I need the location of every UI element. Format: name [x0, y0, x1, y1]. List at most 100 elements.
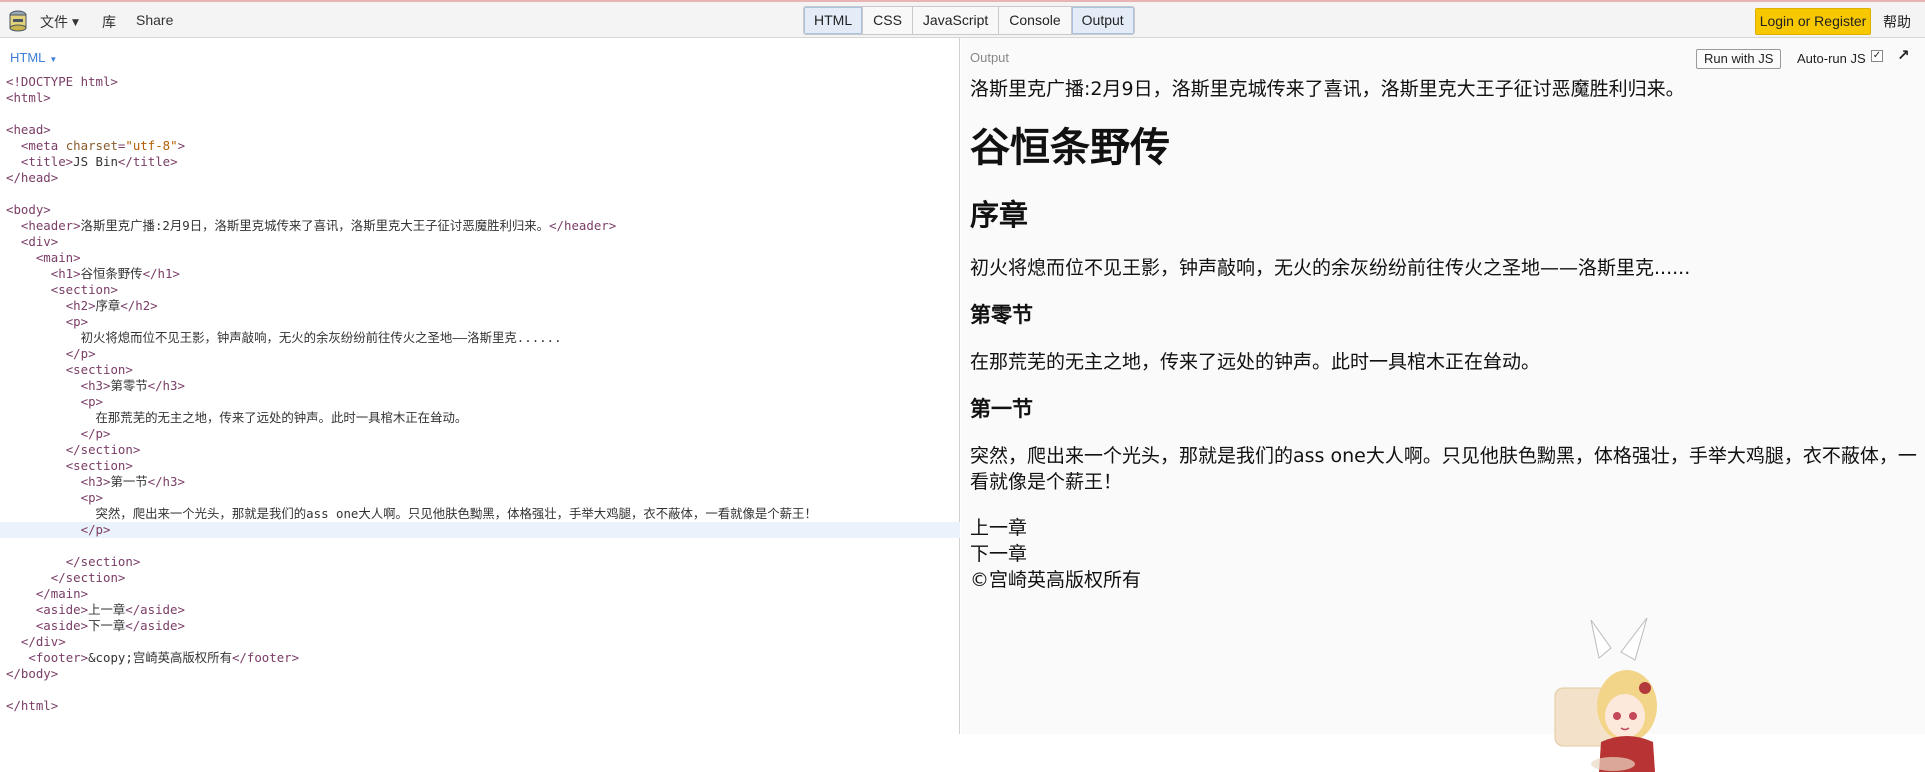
code-line[interactable]: <meta charset="utf-8"> [0, 138, 960, 154]
code-line[interactable]: <h2>序章</h2> [0, 298, 960, 314]
code-line[interactable]: <main> [0, 250, 960, 266]
code-line[interactable]: </div> [0, 634, 960, 650]
code-line[interactable]: <div> [0, 234, 960, 250]
code-line[interactable] [0, 538, 960, 554]
code-line[interactable]: </main> [0, 586, 960, 602]
code-line[interactable]: <h1>谷恒条野传</h1> [0, 266, 960, 282]
chevron-down-icon: ▼ [72, 18, 79, 28]
rendered-page: 洛斯里克广播:2月9日，洛斯里克城传来了喜讯，洛斯里克大王子征讨恶魔胜利归来。 … [970, 74, 1918, 593]
code-token: </section> [65, 442, 141, 457]
login-register-button[interactable]: Login or Register [1755, 8, 1871, 35]
page-h3-section-one: 第一节 [970, 397, 1033, 421]
code-token: </div> [20, 634, 66, 649]
code-token: </aside> [125, 602, 185, 617]
code-line[interactable]: </p> [0, 426, 960, 442]
tab-javascript[interactable]: JavaScript [913, 7, 1000, 34]
tab-css[interactable]: CSS [863, 7, 913, 34]
code-line[interactable]: <section> [0, 282, 960, 298]
code-line[interactable]: <section> [0, 362, 960, 378]
code-token: </section> [50, 570, 126, 585]
code-token: </h3> [147, 474, 185, 489]
code-line[interactable]: </html> [0, 698, 960, 714]
code-line[interactable]: <aside>下一章</aside> [0, 618, 960, 634]
code-token: <header> [20, 218, 81, 233]
code-line[interactable]: <html> [0, 90, 960, 106]
code-line[interactable]: </p> [0, 522, 960, 538]
code-token: </title> [117, 154, 178, 169]
tab-console[interactable]: Console [999, 7, 1072, 34]
code-line[interactable]: 初火将熄而位不见王影，钟声敲响，无火的余灰纷纷前往传火之圣地——洛斯里克....… [0, 330, 960, 346]
code-token: <!DOCTYPE html> [6, 74, 118, 89]
code-line[interactable]: </body> [0, 666, 960, 682]
code-line[interactable]: <header>洛斯里克广播:2月9日，洛斯里克城传来了喜讯，洛斯里克大王子征讨… [0, 218, 960, 234]
code-line[interactable]: <p> [0, 314, 960, 330]
code-token: <div> [20, 234, 59, 249]
code-line[interactable]: </head> [0, 170, 960, 186]
autorun-label: Auto-run JS [1797, 51, 1866, 66]
code-token: 初火将熄而位不见王影，钟声敲响，无火的余灰纷纷前往传火之圣地——洛斯里克....… [6, 330, 562, 345]
code-line[interactable]: </section> [0, 554, 960, 570]
run-with-js-button[interactable]: Run with JS [1696, 49, 1782, 69]
code-line[interactable]: <p> [0, 490, 960, 506]
code-token: 突然，爬出来一个光头，那就是我们的ass one大人啊。只见他肤色黝黑，体格强壮… [6, 506, 817, 521]
popout-arrow-icon[interactable]: ↗ [1897, 46, 1910, 64]
code-token: charset [65, 138, 118, 153]
code-line[interactable]: <h3>第一节</h3> [0, 474, 960, 490]
code-line[interactable]: 在那荒芜的无主之地，传来了远处的钟声。此时一具棺木正在耸动。 [0, 410, 960, 426]
jsbin-logo-icon[interactable] [8, 10, 28, 32]
page-footer: ©宫崎英高版权所有 [970, 569, 1142, 591]
code-editor[interactable]: <!DOCTYPE html> <html> <head> <meta chars… [0, 74, 960, 714]
page-h2-prologue: 序章 [970, 198, 1029, 232]
share-menu[interactable]: Share [136, 12, 173, 28]
anime-mascot-sticker [1554, 618, 1657, 772]
code-line[interactable]: <body> [0, 202, 960, 218]
code-line[interactable]: <!DOCTYPE html> [0, 74, 960, 90]
code-line[interactable]: <h3>第零节</h3> [0, 378, 960, 394]
code-line[interactable] [0, 106, 960, 122]
code-token: <section> [50, 282, 118, 297]
tab-html[interactable]: HTML [804, 7, 864, 34]
code-line[interactable]: <aside>上一章</aside> [0, 602, 960, 618]
code-line[interactable]: <footer>&copy;宫崎英高版权所有</footer> [0, 650, 960, 666]
top-toolbar: 文件 ▼ 库 Share HTML CSS JavaScript Console … [0, 0, 1925, 38]
library-menu[interactable]: 库 [102, 12, 116, 32]
code-line[interactable]: 突然，爬出来一个光头，那就是我们的ass one大人啊。只见他肤色黝黑，体格强壮… [0, 506, 960, 522]
tab-output[interactable]: Output [1071, 7, 1134, 34]
code-token: </aside> [125, 618, 185, 633]
code-line[interactable]: <title>JS Bin</title> [0, 154, 960, 170]
code-token: </main> [35, 586, 89, 601]
code-line[interactable] [0, 186, 960, 202]
editor-panel-label[interactable]: HTML ▼ [10, 50, 57, 65]
code-token: </head> [6, 170, 59, 185]
code-line[interactable]: <section> [0, 458, 960, 474]
code-line[interactable]: </p> [0, 346, 960, 362]
code-token: <html> [6, 90, 51, 105]
code-line[interactable]: <p> [0, 394, 960, 410]
file-menu[interactable]: 文件 ▼ [40, 12, 79, 32]
autorun-checkbox[interactable]: ✓ [1871, 50, 1883, 62]
code-token: <section> [65, 458, 133, 473]
code-line[interactable] [0, 682, 960, 698]
output-panel: Output Run with JS Auto-run JS ✓ ↗ 洛斯里克广… [961, 38, 1925, 772]
code-token: </p> [80, 522, 111, 537]
editor-label-text: HTML [10, 50, 46, 65]
code-token: > [177, 138, 186, 153]
code-line[interactable]: </section> [0, 442, 960, 458]
code-line[interactable]: </section> [0, 570, 960, 586]
code-token: <section> [65, 362, 133, 377]
code-token: "utf-8" [125, 138, 178, 153]
code-token: 在那荒芜的无主之地，传来了远处的钟声。此时一具棺木正在耸动。 [6, 410, 468, 425]
code-line[interactable]: <head> [0, 122, 960, 138]
code-token: </p> [80, 426, 111, 441]
paragraph-section-one: 突然，爬出来一个光头，那就是我们的ass one大人啊。只见他肤色黝黑，体格强壮… [970, 445, 1917, 493]
help-link[interactable]: 帮助 [1883, 12, 1911, 32]
